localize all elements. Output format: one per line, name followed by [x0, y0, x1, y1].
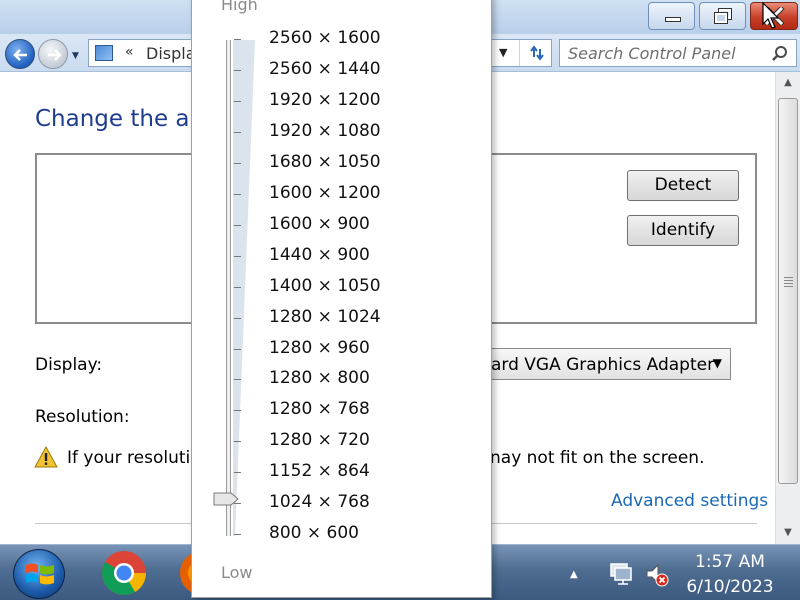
- minimize-button[interactable]: [648, 2, 695, 30]
- detect-button[interactable]: Detect: [627, 170, 739, 201]
- resolution-option[interactable]: 2560 × 1600: [269, 28, 469, 48]
- slider-tick: [234, 39, 241, 40]
- page-title: Change the ap: [35, 106, 205, 132]
- search-input[interactable]: Search Control Panel: [559, 39, 797, 67]
- advanced-settings-link[interactable]: Advanced settings: [611, 491, 768, 511]
- scrollbar-thumb[interactable]: [778, 98, 798, 484]
- windows-logo-icon: [26, 563, 54, 585]
- slider-tick: [234, 472, 241, 474]
- slider-low-label: Low: [221, 563, 253, 582]
- scroll-down-icon[interactable]: ▼: [776, 522, 800, 544]
- slider-scale-wedge: [233, 40, 255, 536]
- breadcrumb-overflow[interactable]: «: [125, 44, 134, 60]
- resolution-option[interactable]: 1920 × 1200: [269, 90, 469, 110]
- resolution-option[interactable]: 1280 × 800: [269, 368, 469, 388]
- slider-tick: [234, 534, 241, 536]
- arrow-right-icon: [48, 49, 62, 61]
- arrow-left-icon: [13, 49, 27, 61]
- maximize-button[interactable]: [699, 2, 746, 30]
- control-panel-icon: [95, 45, 113, 61]
- resolution-dropdown: High 2560 × 1600 2560 × 1440 1920 × 1200 19…: [191, 0, 492, 598]
- network-icon[interactable]: [608, 562, 634, 586]
- refresh-icon: [530, 45, 544, 61]
- display-label: Display:: [35, 355, 103, 375]
- slider-tick: [234, 410, 241, 412]
- slider-tick: [234, 162, 241, 164]
- display-select-value: ard VGA Graphics Adapter: [491, 355, 715, 375]
- resolution-option[interactable]: 1280 × 960: [269, 338, 469, 358]
- forward-button[interactable]: [38, 39, 68, 69]
- resolution-label: Resolution:: [35, 407, 130, 427]
- clock-time[interactable]: 1:57 AM: [660, 552, 800, 572]
- slider-tick: [234, 224, 241, 226]
- slider-tick: [234, 286, 241, 288]
- show-hidden-icons-icon[interactable]: ▲: [570, 569, 578, 580]
- grip-icon: [784, 277, 793, 287]
- resolution-slider-thumb[interactable]: [213, 492, 239, 506]
- slider-tick: [234, 255, 241, 257]
- slider-tick: [234, 441, 241, 443]
- resolution-option[interactable]: 1280 × 768: [269, 399, 469, 419]
- resolution-option[interactable]: 1680 × 1050: [269, 152, 469, 172]
- slider-tick: [234, 379, 241, 381]
- recent-pages-dropdown-icon[interactable]: ▼: [72, 51, 79, 61]
- identify-button[interactable]: Identify: [627, 215, 739, 246]
- resolution-option[interactable]: 1600 × 1200: [269, 183, 469, 203]
- resolution-option[interactable]: 800 × 600: [269, 523, 469, 543]
- resolution-option[interactable]: 1920 × 1080: [269, 121, 469, 141]
- search-icon[interactable]: [771, 45, 789, 63]
- resolution-option[interactable]: 1440 × 900: [269, 245, 469, 265]
- resolution-option[interactable]: 1280 × 720: [269, 430, 469, 450]
- slider-tick: [234, 348, 241, 350]
- resolution-option[interactable]: 1280 × 1024: [269, 307, 469, 327]
- slider-tick: [234, 131, 241, 133]
- slider-tick: [234, 317, 241, 319]
- resolution-slider-track[interactable]: [226, 40, 231, 536]
- clock-date[interactable]: 6/10/2023: [660, 577, 800, 597]
- firefox-icon[interactable]: [178, 549, 192, 597]
- resolution-option[interactable]: 1152 × 864: [269, 461, 469, 481]
- back-button[interactable]: [5, 39, 35, 69]
- search-placeholder: Search Control Panel: [568, 44, 736, 63]
- refresh-button[interactable]: [519, 40, 551, 66]
- scroll-up-icon[interactable]: ▲: [776, 72, 800, 94]
- chevron-down-icon: ▼: [712, 356, 722, 370]
- breadcrumb-display[interactable]: Displa: [146, 44, 196, 63]
- slider-tick: [234, 100, 241, 102]
- warning-text-start: If your resolutio: [67, 448, 201, 468]
- mouse-cursor-icon: [762, 2, 780, 29]
- warning-icon: [34, 446, 58, 468]
- address-dropdown-icon[interactable]: ▼: [499, 46, 507, 59]
- resolution-option[interactable]: 1600 × 900: [269, 214, 469, 234]
- slider-tick: [234, 69, 241, 71]
- resolution-option[interactable]: 1024 × 768: [269, 492, 469, 512]
- vertical-scrollbar[interactable]: ▲ ▼: [775, 72, 800, 544]
- start-button[interactable]: [13, 549, 65, 599]
- slider-tick: [234, 193, 241, 195]
- resolution-option[interactable]: 1400 × 1050: [269, 276, 469, 296]
- chrome-icon[interactable]: [100, 549, 148, 597]
- warning-text-end: nay not fit on the screen.: [490, 448, 705, 468]
- resolution-option[interactable]: 2560 × 1440: [269, 59, 469, 79]
- display-select[interactable]: ard VGA Graphics Adapter ▼: [480, 348, 731, 380]
- restore-icon: [714, 8, 732, 24]
- slider-high-label: High: [221, 0, 258, 14]
